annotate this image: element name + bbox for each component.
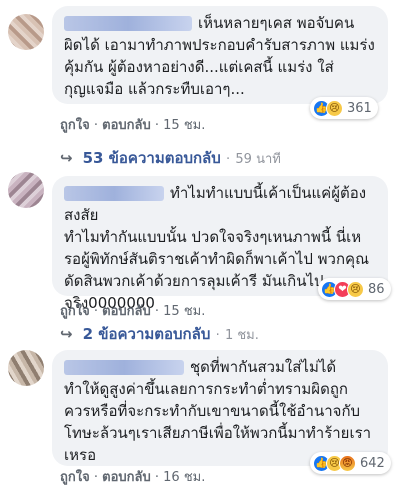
comment-timestamp[interactable]: 15 ชม.	[163, 118, 205, 133]
separator: ·	[215, 328, 220, 343]
like-link[interactable]: ถูกใจ	[60, 304, 90, 319]
angry-icon: 😡	[339, 454, 356, 472]
reply-link[interactable]: ตอบกลับ	[102, 470, 151, 485]
reaction-count: 642	[360, 455, 385, 471]
like-link[interactable]: ถูกใจ	[60, 470, 90, 485]
comment-bubble: ชุดที่พากันสวมใส่ไม่ได้ ทำให้ดูสูงค่าขึ้…	[52, 350, 388, 466]
separator: ·	[93, 304, 98, 319]
comment-text-line1: ชุดที่พากันสวมใส่ไม่ได้	[190, 358, 337, 376]
comment-timestamp[interactable]: 15 ชม.	[163, 304, 205, 319]
replies-timestamp: 1 ชม.	[224, 328, 259, 343]
reactions-summary[interactable]: 👍 😢 361	[310, 97, 378, 119]
separator: ·	[93, 470, 98, 485]
view-replies-link[interactable]: ↪ 2 ข้อความตอบกลับ · 1 ชม.	[60, 322, 259, 346]
replies-timestamp: 59 นาที	[235, 152, 281, 167]
avatar[interactable]	[8, 172, 44, 208]
comment-actions: ถูกใจ · ตอบกลับ · 15 ชม.	[60, 300, 205, 321]
reaction-count: 361	[347, 100, 372, 116]
comment-text-line1: เห็นหลายๆเคส พอจับคน	[198, 14, 355, 32]
replies-count-label[interactable]: 2 ข้อความตอบกลับ	[83, 325, 211, 343]
blurred-author-name[interactable]	[64, 186, 164, 201]
reaction-count: 86	[368, 281, 385, 297]
sad-icon: 😢	[326, 99, 343, 117]
reply-link[interactable]: ตอบกลับ	[102, 118, 151, 133]
reply-link[interactable]: ตอบกลับ	[102, 304, 151, 319]
separator: ·	[93, 118, 98, 133]
comment-actions: ถูกใจ · ตอบกลับ · 15 ชม.	[60, 114, 205, 135]
view-replies-link[interactable]: ↪ 53 ข้อความตอบกลับ · 59 นาที	[60, 146, 281, 170]
sad-icon: 😢	[347, 280, 364, 298]
separator: ·	[154, 304, 160, 319]
reply-arrow-icon: ↪	[60, 149, 73, 167]
comment-timestamp[interactable]: 16 ชม.	[163, 470, 205, 485]
blurred-author-name[interactable]	[64, 16, 192, 31]
comment-bubble: เห็นหลายๆเคส พอจับคน ผิดได้ เอามาทำภาพปร…	[52, 6, 388, 104]
reactions-summary[interactable]: 👍 ❤ 😢 86	[318, 278, 391, 300]
blurred-author-name[interactable]	[64, 360, 184, 375]
avatar[interactable]	[8, 14, 44, 50]
reply-arrow-icon: ↪	[60, 325, 73, 343]
comment-actions: ถูกใจ · ตอบกลับ · 16 ชม.	[60, 466, 205, 487]
comment-text: ผิดได้ เอามาทำภาพประกอบคำรับสารภาพ แมร่ง…	[64, 36, 375, 98]
replies-count-label[interactable]: 53 ข้อความตอบกลับ	[83, 149, 221, 167]
avatar[interactable]	[8, 350, 44, 386]
reactions-summary[interactable]: 👍 😢 😡 642	[310, 452, 391, 474]
like-link[interactable]: ถูกใจ	[60, 118, 90, 133]
separator: ·	[154, 470, 160, 485]
separator: ·	[154, 118, 160, 133]
separator: ·	[226, 152, 231, 167]
